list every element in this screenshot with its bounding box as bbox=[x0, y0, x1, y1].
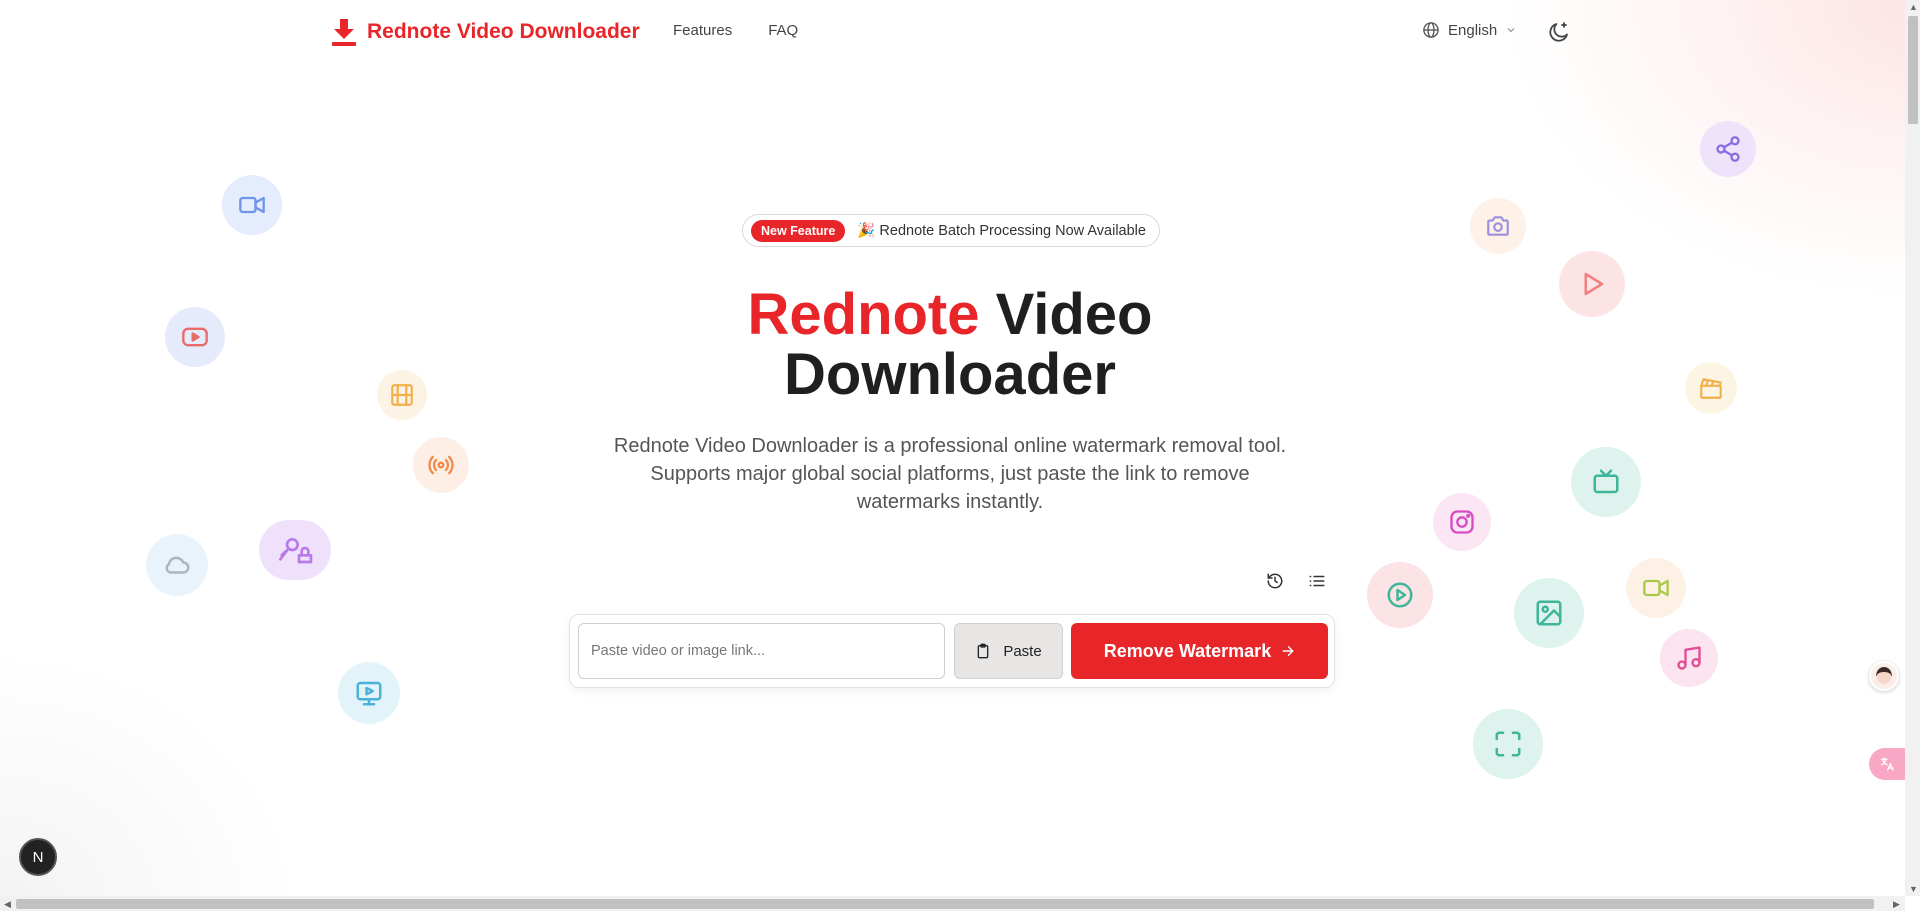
moon-icon[interactable] bbox=[1547, 20, 1571, 44]
clipboard-icon bbox=[977, 643, 989, 659]
play-circle-icon bbox=[1367, 562, 1433, 628]
link-input[interactable] bbox=[578, 623, 945, 679]
video-icon bbox=[1626, 558, 1686, 618]
play-icon bbox=[1559, 251, 1625, 317]
scroll-right-icon[interactable]: ▶ bbox=[1893, 899, 1900, 910]
main-nav: Features FAQ bbox=[673, 22, 798, 39]
chevron-down-icon bbox=[1507, 28, 1515, 33]
title-highlight: Rednote bbox=[747, 282, 980, 347]
language-selector[interactable]: English bbox=[1422, 21, 1517, 39]
paste-button[interactable]: Paste bbox=[954, 623, 1063, 679]
download-icon bbox=[332, 19, 356, 46]
history-icon[interactable] bbox=[1266, 572, 1284, 590]
announcement-banner[interactable]: New Feature 🎉 Rednote Batch Processing N… bbox=[742, 214, 1160, 247]
clapperboard-icon bbox=[1685, 362, 1737, 414]
globe-icon bbox=[1423, 22, 1439, 38]
page-title: Rednote Video Downloader bbox=[650, 285, 1250, 405]
translate-icon[interactable] bbox=[1869, 748, 1905, 780]
tv-icon bbox=[1571, 447, 1641, 517]
scroll-left-icon[interactable]: ◀ bbox=[4, 899, 11, 910]
video-camera-icon bbox=[222, 175, 282, 235]
url-form: Paste Remove Watermark bbox=[569, 614, 1335, 688]
scroll-up-icon[interactable]: ▲ bbox=[1909, 2, 1918, 12]
top-header: Rednote Video Downloader Features FAQ En… bbox=[0, 0, 1905, 64]
music-icon bbox=[1660, 629, 1718, 687]
image-icon bbox=[1514, 578, 1584, 648]
camera-icon bbox=[1470, 198, 1526, 254]
nav-item-faq[interactable]: FAQ bbox=[768, 22, 798, 39]
dev-tools-button[interactable]: N bbox=[19, 838, 57, 876]
vertical-scrollbar-thumb[interactable] bbox=[1908, 16, 1918, 124]
input-tools bbox=[1266, 572, 1326, 590]
vertical-scrollbar[interactable] bbox=[1905, 0, 1920, 896]
horizontal-scrollbar-thumb[interactable] bbox=[16, 899, 1874, 909]
youtube-icon bbox=[165, 307, 225, 367]
instagram-icon bbox=[1433, 493, 1491, 551]
paste-label: Paste bbox=[1003, 642, 1042, 660]
avatar-face-icon bbox=[1876, 667, 1892, 684]
monitor-play-icon bbox=[338, 662, 400, 724]
site-logo[interactable]: Rednote Video Downloader bbox=[331, 17, 640, 47]
share-icon bbox=[1700, 121, 1756, 177]
announcement-text: 🎉 Rednote Batch Processing Now Available bbox=[857, 223, 1146, 239]
film-icon bbox=[377, 370, 427, 420]
remove-watermark-button[interactable]: Remove Watermark bbox=[1071, 623, 1328, 679]
arrow-right-icon bbox=[1282, 646, 1294, 656]
avatar[interactable] bbox=[1869, 661, 1899, 691]
cloud-icon bbox=[146, 534, 208, 596]
hero-description: Rednote Video Downloader is a profession… bbox=[613, 435, 1287, 513]
broadcast-icon bbox=[413, 437, 469, 493]
logo-text: Rednote Video Downloader bbox=[367, 20, 640, 43]
list-icon[interactable] bbox=[1308, 572, 1326, 590]
remove-watermark-label: Remove Watermark bbox=[1103, 640, 1272, 661]
nav-item-features[interactable]: Features bbox=[673, 22, 732, 39]
scan-icon bbox=[1473, 709, 1543, 779]
language-label: English bbox=[1448, 21, 1498, 39]
new-feature-badge: New Feature bbox=[751, 219, 846, 242]
microphone-icon bbox=[259, 520, 331, 580]
scroll-down-icon[interactable]: ▼ bbox=[1909, 884, 1918, 894]
